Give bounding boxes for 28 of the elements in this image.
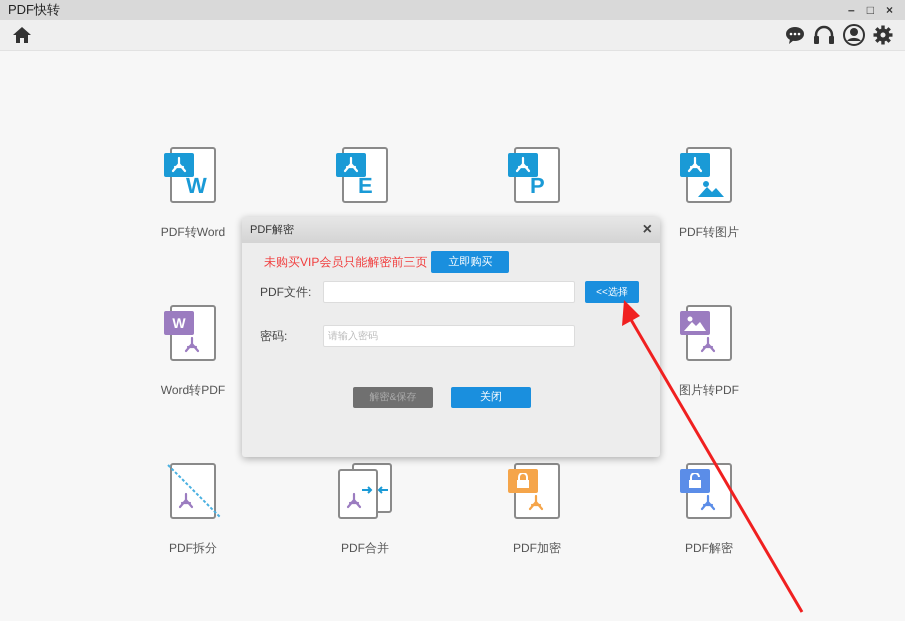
dialog-title: PDF解密: [250, 222, 294, 238]
vip-notice: 未购买VIP会员只能解密前三页: [264, 254, 428, 271]
settings-icon[interactable]: [873, 24, 893, 45]
close-button[interactable]: ×: [642, 222, 652, 238]
file-label: PDF文件:: [260, 284, 312, 301]
file-letter: W: [186, 175, 207, 197]
chat-icon[interactable]: [785, 26, 805, 44]
file-icon: [336, 463, 394, 521]
tool-label[interactable]: PDF解密: [685, 539, 733, 557]
window-control-button[interactable]: –: [848, 4, 855, 16]
file-letter: E: [358, 175, 373, 197]
home-icon[interactable]: [12, 26, 32, 44]
tool-label[interactable]: Word转PDF: [160, 381, 226, 399]
file-letter: P: [530, 175, 545, 197]
tool-label[interactable]: 图片转PDF: [679, 381, 739, 399]
window-control-button[interactable]: □: [866, 4, 874, 16]
user-icon[interactable]: [843, 24, 865, 46]
window-control-button[interactable]: ×: [886, 4, 893, 16]
tool-label[interactable]: PDF转图片: [679, 223, 739, 241]
headphones-icon[interactable]: [813, 24, 835, 45]
tool-label[interactable]: PDF转Word: [160, 223, 226, 241]
window-title: PDF快转: [8, 1, 60, 19]
file-path-field[interactable]: [323, 281, 575, 303]
password-label: 密码:: [260, 328, 288, 345]
tool-label[interactable]: PDF拆分: [169, 539, 217, 557]
password-field[interactable]: 请输入密码: [323, 325, 575, 347]
tool-label[interactable]: PDF合并: [341, 539, 389, 557]
tool-label[interactable]: PDF加密: [513, 539, 561, 557]
